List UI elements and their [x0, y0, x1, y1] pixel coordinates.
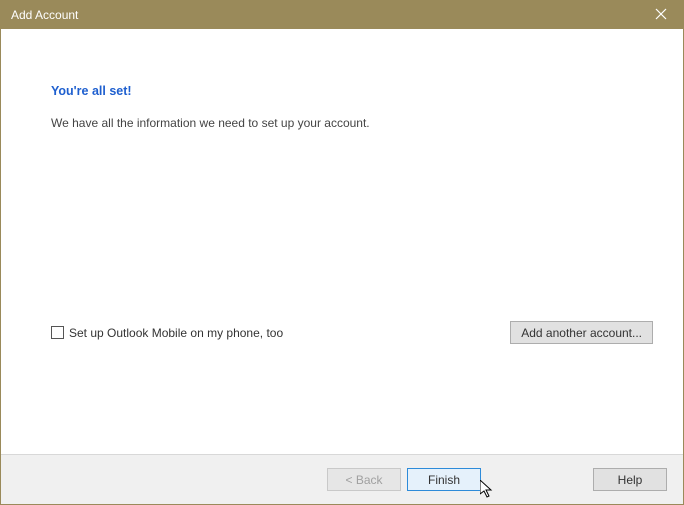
- success-body: We have all the information we need to s…: [51, 116, 633, 130]
- back-button: < Back: [327, 468, 401, 491]
- titlebar: Add Account: [1, 1, 683, 29]
- finish-button[interactable]: Finish: [407, 468, 481, 491]
- checkbox-icon: [51, 326, 64, 339]
- close-button[interactable]: [639, 1, 683, 29]
- finish-label: Finish: [428, 473, 460, 487]
- add-another-account-button[interactable]: Add another account...: [510, 321, 653, 344]
- close-icon: [655, 8, 667, 23]
- content-area: You're all set! We have all the informat…: [1, 29, 683, 454]
- setup-mobile-checkbox[interactable]: Set up Outlook Mobile on my phone, too: [51, 326, 283, 340]
- help-button[interactable]: Help: [593, 468, 667, 491]
- checkbox-label: Set up Outlook Mobile on my phone, too: [69, 326, 283, 340]
- success-headline: You're all set!: [51, 84, 633, 98]
- dialog-footer: < Back Finish Help: [1, 454, 683, 504]
- back-label: < Back: [345, 473, 382, 487]
- window-title: Add Account: [11, 8, 639, 22]
- add-another-label: Add another account...: [521, 326, 642, 340]
- add-account-dialog: Add Account You're all set! We have all …: [0, 0, 684, 505]
- help-label: Help: [618, 473, 643, 487]
- options-row: Set up Outlook Mobile on my phone, too A…: [51, 321, 653, 344]
